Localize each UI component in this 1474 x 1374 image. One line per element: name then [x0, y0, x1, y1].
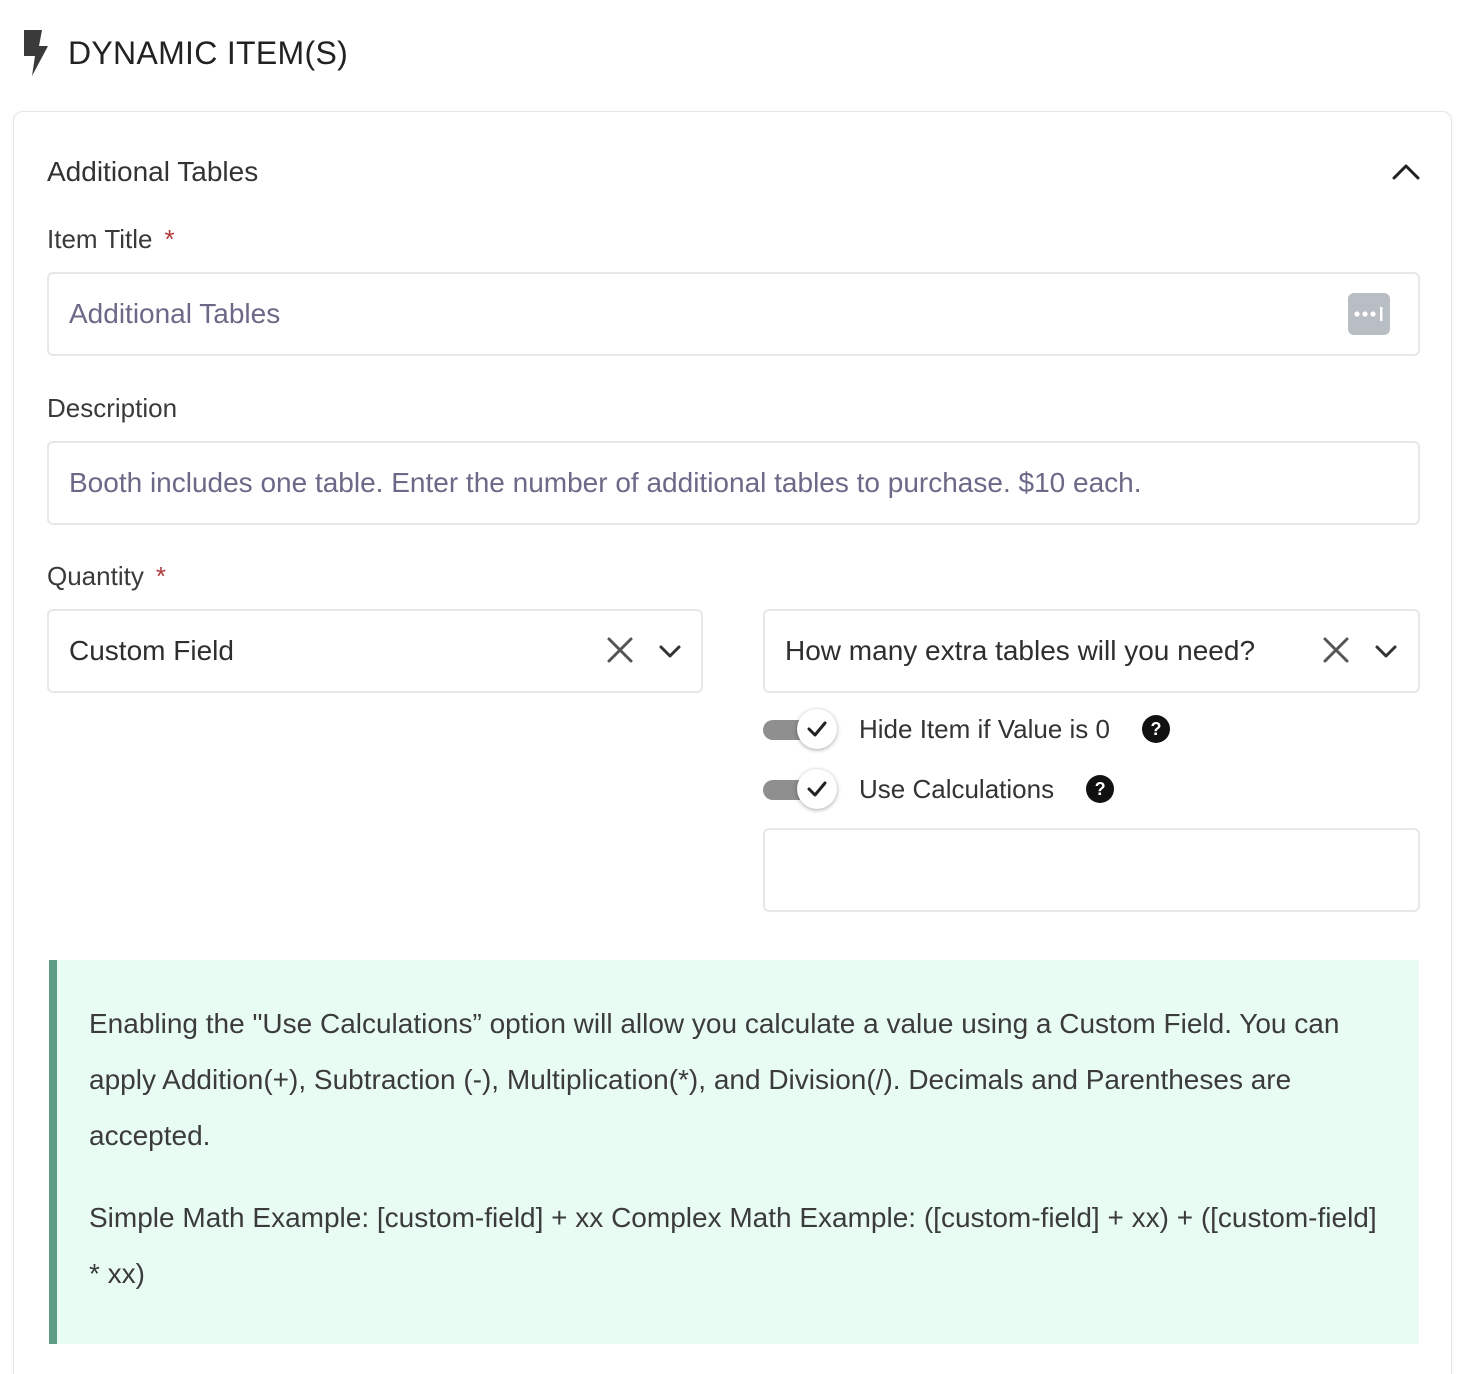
- help-icon[interactable]: ?: [1086, 775, 1115, 803]
- check-icon: [797, 769, 837, 809]
- quantity-label: Quantity *: [47, 561, 166, 591]
- item-title-input[interactable]: Additional Tables: [47, 272, 1420, 356]
- item-title-label: Item Title *: [47, 224, 175, 254]
- chevron-down-icon[interactable]: [1373, 638, 1399, 664]
- notice-examples: Simple Math Example: [custom-field] + xx…: [89, 1202, 1377, 1289]
- chevron-down-icon[interactable]: [657, 638, 683, 664]
- description-label: Description: [47, 393, 178, 423]
- chevron-up-icon[interactable]: [1390, 156, 1422, 188]
- description-input[interactable]: Booth includes one table. Enter the numb…: [47, 441, 1420, 525]
- quantity-field-select[interactable]: How many extra tables will you need?: [763, 609, 1420, 693]
- required-mark: *: [164, 224, 175, 254]
- section-title: DYNAMIC ITEM(S): [68, 34, 349, 71]
- clear-icon[interactable]: [605, 635, 635, 665]
- use-calculations-toggle[interactable]: [763, 769, 837, 809]
- hide-if-zero-label: Hide Item if Value is 0: [859, 713, 1110, 744]
- quantity-source-select[interactable]: Custom Field: [47, 609, 703, 693]
- card-title: Additional Tables: [47, 156, 259, 187]
- calculations-notice: Enabling the "Use Calculations” option w…: [49, 960, 1419, 1344]
- help-icon[interactable]: ?: [1141, 715, 1170, 743]
- check-icon: [797, 709, 837, 749]
- use-calculations-row: Use Calculations ?: [763, 769, 1115, 809]
- hide-if-zero-toggle[interactable]: [763, 709, 837, 749]
- clear-icon[interactable]: [1321, 635, 1351, 665]
- hide-if-zero-row: Hide Item if Value is 0 ?: [763, 709, 1170, 749]
- section-header: DYNAMIC ITEM(S): [20, 28, 348, 78]
- dynamic-item-card: Additional Tables Item Title * Additional…: [13, 111, 1452, 1374]
- calculation-input[interactable]: [763, 828, 1420, 912]
- required-mark: *: [155, 561, 166, 591]
- bolt-icon: [24, 30, 48, 76]
- use-calculations-label: Use Calculations: [859, 773, 1055, 804]
- more-options-icon[interactable]: [1348, 293, 1390, 335]
- notice-paragraph: Enabling the "Use Calculations” option w…: [89, 1008, 1340, 1151]
